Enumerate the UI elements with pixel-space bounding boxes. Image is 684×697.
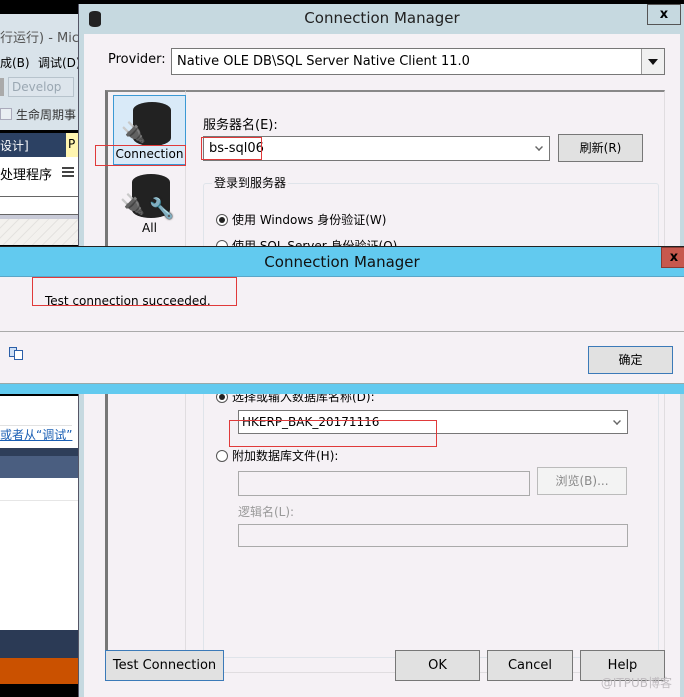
chevron-down-icon[interactable]	[535, 143, 543, 151]
radio-label: 附加数据库文件(H):	[232, 449, 339, 463]
ide-panel-header	[0, 448, 78, 456]
ide-toolbar: Develop	[0, 74, 78, 100]
ide-toolbar-secondary: 生命周期事	[0, 100, 78, 130]
test-connection-button[interactable]: Test Connection	[105, 650, 224, 681]
message-box-titlebar[interactable]: Connection Manager x	[0, 247, 684, 277]
dialog-titlebar[interactable]: Connection Manager x	[79, 4, 684, 34]
lifecycle-label[interactable]: 生命周期事	[16, 106, 76, 123]
radio-indicator[interactable]	[216, 449, 228, 462]
chevron-down-icon[interactable]	[613, 417, 621, 425]
ide-statusbar	[0, 658, 78, 684]
provider-select[interactable]: Native OLE DB\SQL Server Native Client 1…	[171, 48, 665, 75]
attach-file-input[interactable]	[238, 471, 530, 496]
divider	[0, 500, 78, 501]
provider-label: Provider:	[108, 52, 166, 67]
ide-title-text: 行运行) - Mic	[0, 31, 78, 46]
ide-panel-toolbar	[0, 456, 78, 478]
list-icon[interactable]	[62, 167, 74, 179]
event-handler-label: 处理程序	[0, 168, 53, 183]
toolbar-separator	[0, 78, 4, 96]
tab-properties[interactable]: P	[66, 133, 78, 157]
debug-hint-link[interactable]: 或者从“调试”	[0, 425, 73, 442]
cancel-button[interactable]: Cancel	[487, 650, 573, 681]
refresh-button[interactable]: 刷新(R)	[558, 134, 643, 162]
browse-button[interactable]: 浏览(B)...	[537, 467, 627, 495]
login-group-label: 登录到服务器	[212, 174, 289, 191]
plug-icon: 🔌	[120, 192, 145, 216]
server-name-label: 服务器名(E):	[203, 118, 278, 133]
database-group: 选择或输入数据库名称(D): HKERP_BAK_20171116 附加数据库文…	[203, 378, 659, 658]
tab-design[interactable]: 设计]	[0, 137, 29, 154]
dialog-title: Connection Manager	[304, 9, 460, 27]
message-box-title: Connection Manager	[264, 253, 420, 271]
server-name-value: bs-sql06	[209, 141, 264, 156]
menu-debug[interactable]: 调试(D)	[38, 54, 78, 71]
ide-top-edge	[0, 0, 78, 14]
ide-design-surface	[0, 215, 78, 245]
message-box-bottom-edge	[0, 383, 684, 394]
ide-content-row	[0, 197, 78, 215]
sidebar-item-connection[interactable]: 🔌 Connection	[113, 95, 186, 165]
copy-icon[interactable]	[9, 347, 23, 360]
sidebar-item-all[interactable]: 🔌 🔧 All	[113, 168, 186, 238]
message-text: Test connection succeeded.	[45, 294, 211, 308]
ide-content-header: 处理程序	[0, 157, 78, 197]
radio-attach-database[interactable]: 附加数据库文件(H):	[216, 447, 338, 464]
ide-titlebar: 行运行) - Mic	[0, 14, 78, 50]
database-name-value: HKERP_BAK_20171116	[242, 415, 380, 429]
radio-label: 使用 Windows 身份验证(W)	[232, 213, 387, 227]
ide-bottom-tabs	[0, 630, 78, 658]
message-box-close-button[interactable]: x	[661, 247, 684, 268]
ok-button[interactable]: OK	[395, 650, 480, 681]
watermark: @ITPUB博客	[600, 676, 672, 690]
plug-icon: 🔌	[121, 120, 146, 144]
close-button[interactable]: x	[647, 4, 681, 25]
ide-tabstrip: 设计] P	[0, 133, 78, 157]
taskbar-edge	[0, 684, 78, 696]
radio-indicator[interactable]	[216, 213, 228, 226]
logical-name-label: 逻辑名(L):	[238, 505, 295, 519]
message-box: Connection Manager x Test connection suc…	[0, 246, 684, 394]
divider	[0, 331, 684, 332]
wrench-icon: 🔧	[149, 196, 174, 220]
lifecycle-icon	[0, 108, 12, 120]
ide-lower-area: 或者从“调试”	[0, 396, 78, 696]
message-ok-button[interactable]: 确定	[588, 346, 673, 374]
provider-value: Native OLE DB\SQL Server Native Client 1…	[177, 54, 470, 69]
server-name-combo[interactable]: bs-sql06	[203, 136, 550, 161]
sidebar-item-label: All	[142, 221, 157, 235]
sidebar-item-label: Connection	[115, 147, 184, 161]
config-combo[interactable]: Develop	[8, 77, 74, 97]
ide-menubar: 成(B) 调试(D)	[0, 50, 78, 74]
database-name-combo[interactable]: HKERP_BAK_20171116	[238, 410, 628, 434]
logical-name-input[interactable]	[238, 524, 628, 547]
dropdown-arrow-icon[interactable]	[641, 49, 664, 74]
radio-windows-auth[interactable]: 使用 Windows 身份验证(W)	[216, 211, 386, 228]
menu-build[interactable]: 成(B)	[0, 54, 30, 71]
